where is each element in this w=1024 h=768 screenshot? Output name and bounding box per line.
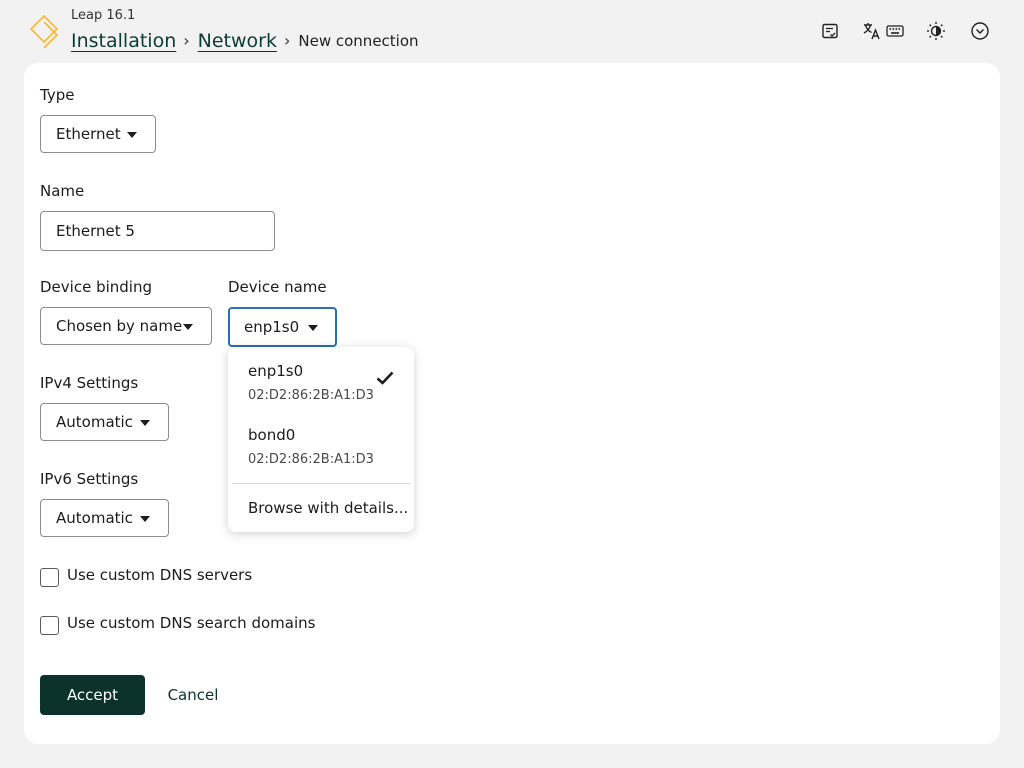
ipv6-value: Automatic [56,509,133,527]
type-label: Type [40,86,75,104]
breadcrumb-current: New connection [298,32,419,50]
dns-servers-checkbox[interactable] [40,568,59,587]
caret-down-icon [140,516,150,522]
caret-down-icon [127,132,137,138]
browse-with-details-item[interactable]: Browse with details... [248,499,408,517]
form-card [24,63,1000,744]
caret-down-icon [140,420,150,426]
device-name-select[interactable]: enp1s0 [228,307,337,347]
ipv4-value: Automatic [56,413,133,431]
breadcrumb: Installation › Network › New connection [71,30,419,52]
chevron-right-icon: › [183,30,190,50]
header: Leap 16.1 Installation › Network › New c… [0,0,1024,62]
caret-down-icon [308,325,318,331]
device-option-mac: 02:D2:86:2B:A1:D3 [248,452,374,467]
breadcrumb-installation[interactable]: Installation [71,30,176,52]
device-binding-select[interactable]: Chosen by name [40,307,212,345]
name-label: Name [40,182,85,200]
cancel-button[interactable]: Cancel [160,675,226,715]
checkmark-icon [376,371,394,385]
type-select[interactable]: Ethernet [40,115,156,153]
breadcrumb-network[interactable]: Network [198,30,277,52]
chevron-right-icon: › [283,30,291,50]
device-binding-label: Device binding [40,278,152,296]
device-option-name: enp1s0 [248,362,304,380]
device-option-mac: 02:D2:86:2B:A1:D3 [248,388,374,403]
dns-search-checkbox[interactable] [40,616,59,635]
device-name-value: enp1s0 [244,318,300,336]
ipv4-select[interactable]: Automatic [40,403,169,441]
product-name: Leap 16.1 [71,8,136,23]
name-input[interactable] [40,211,275,251]
installer-options-icon[interactable] [820,18,840,44]
leap-logo-icon [30,14,59,48]
device-name-label: Device name [228,278,327,296]
theme-icon[interactable] [925,18,947,44]
menu-divider [232,483,410,484]
ipv6-select[interactable]: Automatic [40,499,169,537]
dns-servers-label[interactable]: Use custom DNS servers [67,566,252,584]
device-option-name: bond0 [248,426,296,444]
dns-search-label[interactable]: Use custom DNS search domains [67,614,315,632]
device-option-enp1s0[interactable]: enp1s0 02:D2:86:2B:A1:D3 [228,355,414,417]
language-icon[interactable] [861,18,883,44]
keyboard-icon[interactable] [885,18,905,44]
accept-button[interactable]: Accept [40,675,145,715]
type-select-value: Ethernet [56,125,121,143]
more-options-icon[interactable] [969,18,991,44]
ipv4-label: IPv4 Settings [40,374,139,392]
ipv6-label: IPv6 Settings [40,470,139,488]
device-name-menu: enp1s0 02:D2:86:2B:A1:D3 bond0 02:D2:86:… [228,347,414,532]
caret-down-icon [183,324,193,330]
device-binding-value: Chosen by name [56,317,183,335]
device-option-bond0[interactable]: bond0 02:D2:86:2B:A1:D3 [228,419,414,481]
